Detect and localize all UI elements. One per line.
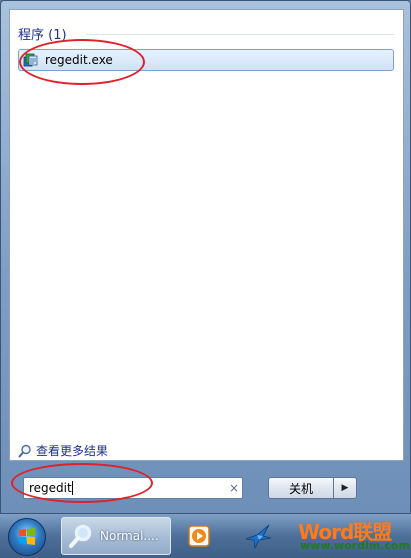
- start-menu: 程序 (1) regedit.exe 查看更多结果 regedit × 关机 ▶: [0, 0, 411, 514]
- windows-logo-icon: [19, 528, 35, 545]
- taskbar-active-label: Normal....: [100, 529, 159, 543]
- search-input[interactable]: regedit ×: [23, 477, 243, 499]
- start-button[interactable]: [8, 518, 46, 556]
- section-title: 程序 (1): [18, 28, 67, 43]
- search-input-text: regedit: [29, 481, 226, 496]
- shutdown-label: 关机: [288, 481, 313, 496]
- see-more-label: 查看更多结果: [36, 444, 109, 458]
- chevron-right-icon: ▶: [341, 483, 349, 493]
- taskbar-item-bird-app[interactable]: [236, 517, 280, 555]
- search-row: regedit × 关机 ▶: [1, 469, 411, 509]
- result-item-label: regedit.exe: [45, 53, 113, 67]
- search-results-pane: 程序 (1) regedit.exe 查看更多结果: [9, 9, 404, 461]
- taskbar-item-active[interactable]: Normal....: [61, 517, 171, 555]
- text-caret: [71, 481, 73, 496]
- shutdown-button[interactable]: 关机: [268, 477, 334, 499]
- clear-search-icon[interactable]: ×: [226, 481, 242, 495]
- section-divider: [86, 34, 395, 35]
- search-icon: [18, 444, 32, 458]
- search-value: regedit: [29, 480, 72, 495]
- watermark-url: www.wordlm.com: [300, 539, 410, 552]
- bird-app-icon: [245, 524, 272, 550]
- see-more-results-link[interactable]: 查看更多结果: [18, 442, 108, 459]
- watermark-logo: Word联盟 www.wordlm.com: [298, 516, 410, 556]
- result-item-regedit[interactable]: regedit.exe: [18, 49, 394, 71]
- section-header-programs: 程序 (1): [18, 24, 67, 43]
- shutdown-options-button[interactable]: ▶: [333, 477, 357, 499]
- search-app-icon: [68, 523, 94, 549]
- regedit-icon: [23, 52, 39, 68]
- taskbar-item-media-player[interactable]: [177, 517, 221, 555]
- media-player-icon: [188, 525, 210, 547]
